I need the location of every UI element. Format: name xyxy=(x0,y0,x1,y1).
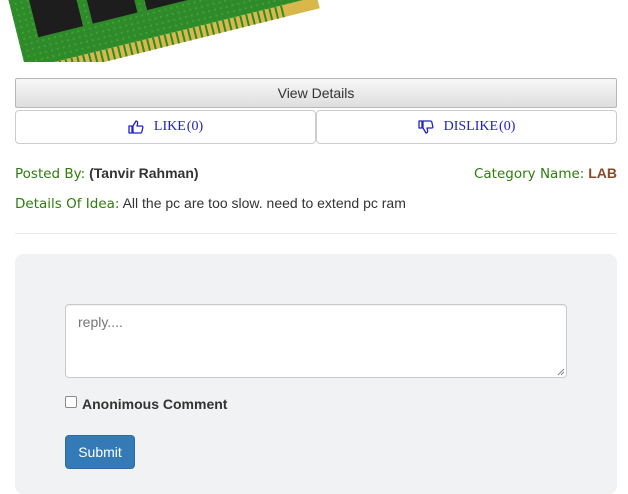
details-value: All the pc are too slow. need to extend … xyxy=(123,195,406,211)
category: Category Name: LAB xyxy=(474,165,617,182)
posted-by-value: (Tanvir Rahman) xyxy=(89,165,198,181)
anonymous-checkbox[interactable] xyxy=(65,396,77,408)
divider xyxy=(15,233,617,234)
idea-details: Details Of Idea: All the pc are too slow… xyxy=(15,195,406,212)
thumbs-up-icon xyxy=(128,120,144,134)
dislike-label: DISLIKE xyxy=(444,119,498,135)
like-button[interactable]: LIKE (0) xyxy=(15,110,316,144)
submit-button[interactable]: Submit xyxy=(65,435,135,469)
posted-by-label: Posted By: xyxy=(15,166,85,182)
like-count: (0) xyxy=(187,119,203,135)
dislike-button[interactable]: DISLIKE (0) xyxy=(316,110,617,144)
dislike-count: (0) xyxy=(499,119,515,135)
view-details-button[interactable]: View Details xyxy=(15,78,617,108)
posted-by: Posted By: (Tanvir Rahman) xyxy=(15,165,199,182)
idea-image xyxy=(0,0,330,62)
thumbs-down-icon xyxy=(418,120,434,134)
category-value: LAB xyxy=(588,165,617,181)
anonymous-label: Anonimous Comment xyxy=(82,396,227,412)
like-label: LIKE xyxy=(154,119,186,135)
category-label: Category Name: xyxy=(474,166,584,182)
resize-handle-icon[interactable] xyxy=(555,366,565,376)
anonymous-comment-option[interactable]: Anonimous Comment xyxy=(65,396,227,412)
details-label: Details Of Idea: xyxy=(15,196,119,212)
reply-input[interactable] xyxy=(65,304,567,378)
